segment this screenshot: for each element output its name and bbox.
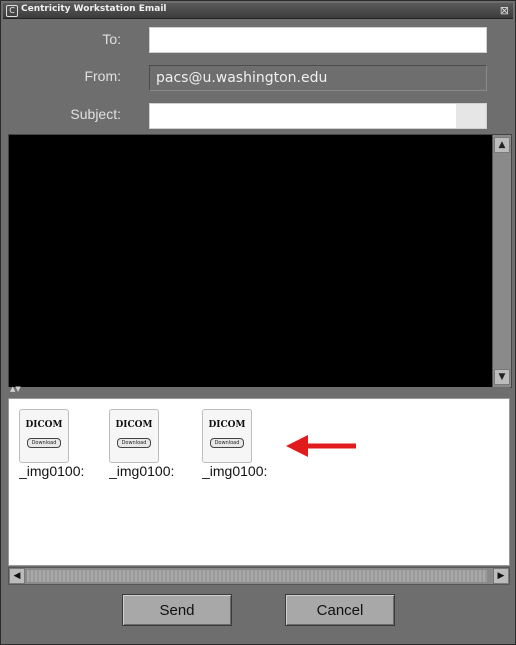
message-vertical-scrollbar[interactable]: ▲ ▼ [492, 135, 511, 387]
subject-label: Subject: [70, 106, 121, 122]
dicom-label: DICOM [115, 420, 153, 430]
message-body[interactable]: ▲ ▼ [8, 134, 512, 388]
attachment-name: _img0100: [19, 463, 85, 479]
attachment-item[interactable]: DICOM Download _img0100: [19, 409, 109, 489]
from-field: pacs@u.washington.edu [149, 65, 487, 91]
red-arrow-annotation [286, 435, 356, 457]
dicom-file-icon[interactable]: DICOM Download [109, 409, 159, 463]
arrow-head [286, 435, 308, 457]
scroll-up-button[interactable]: ▲ [494, 137, 510, 153]
attachment-name: _img0100: [202, 463, 268, 479]
to-field[interactable] [149, 27, 487, 53]
close-icon[interactable]: ⊠ [500, 4, 509, 17]
window-title: Centricity Workstation Email [21, 4, 167, 14]
scroll-thumb[interactable] [27, 570, 487, 582]
email-window: C Centricity Workstation Email ⊠ To: Fro… [0, 0, 516, 645]
to-label: To: [102, 31, 121, 47]
app-icon: C [6, 5, 18, 17]
splitter-arrows-icon[interactable]: ▲▼ [10, 385, 21, 393]
attachment-item[interactable]: DICOM Download _img0100: [202, 409, 292, 489]
scroll-down-button[interactable]: ▼ [494, 369, 510, 385]
download-badge: Download [27, 438, 61, 448]
from-value: pacs@u.washington.edu [156, 70, 328, 86]
pane-splitter[interactable]: ▲▼ [8, 385, 510, 397]
attachment-item[interactable]: DICOM Download _img0100: [109, 409, 199, 489]
subject-field-end [456, 104, 486, 128]
dicom-file-icon[interactable]: DICOM Download [202, 409, 252, 463]
from-label: From: [84, 68, 121, 84]
scroll-right-button[interactable]: ▶ [493, 568, 509, 584]
attachment-name: _img0100: [109, 463, 175, 479]
cancel-button[interactable]: Cancel [285, 594, 395, 626]
dicom-file-icon[interactable]: DICOM Download [19, 409, 69, 463]
title-bar: C Centricity Workstation Email ⊠ [3, 3, 513, 19]
download-badge: Download [117, 438, 151, 448]
download-badge: Download [210, 438, 244, 448]
attachments-horizontal-scrollbar[interactable]: ◀ ▶ [8, 567, 510, 585]
scroll-left-button[interactable]: ◀ [9, 568, 25, 584]
attachments-panel: DICOM Download _img0100: DICOM Download … [8, 398, 510, 566]
subject-field[interactable] [149, 103, 487, 129]
dicom-label: DICOM [208, 420, 246, 430]
send-button[interactable]: Send [122, 594, 232, 626]
dicom-label: DICOM [25, 420, 63, 430]
